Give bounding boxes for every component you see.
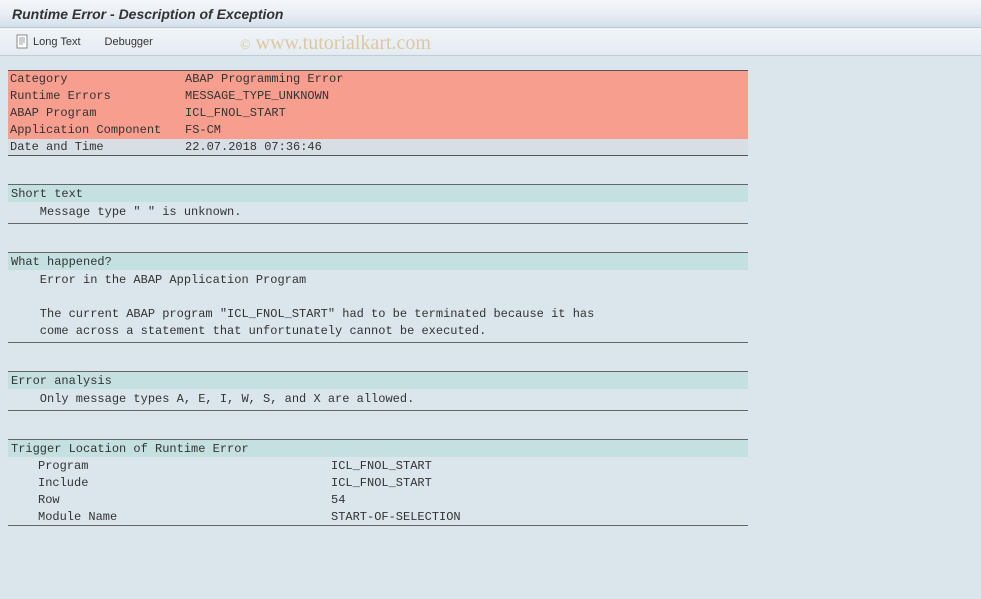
table-row: CategoryABAP Programming Error	[8, 71, 748, 88]
debugger-label: Debugger	[105, 36, 153, 48]
page-title: Runtime Error - Description of Exception	[12, 6, 283, 22]
short-text-section: Short text Message type " " is unknown.	[8, 184, 748, 224]
trigger-value: 54	[328, 491, 748, 508]
trigger-location-section: Trigger Location of Runtime Error Progra…	[8, 439, 748, 526]
table-row: Runtime ErrorsMESSAGE_TYPE_UNKNOWN	[8, 88, 748, 105]
what-happened-section: What happened? Error in the ABAP Applica…	[8, 252, 748, 343]
table-row: IncludeICL_FNOL_START	[8, 474, 748, 491]
title-bar: Runtime Error - Description of Exception	[0, 0, 981, 28]
table-row: ProgramICL_FNOL_START	[8, 457, 748, 474]
error-info-table: CategoryABAP Programming ErrorRuntime Er…	[8, 70, 748, 156]
section-body: Error in the ABAP Application Program Th…	[8, 270, 748, 342]
trigger-label: Include	[8, 474, 328, 491]
info-value: ABAP Programming Error	[183, 71, 748, 88]
info-label: Runtime Errors	[8, 88, 183, 105]
long-text-label: Long Text	[33, 36, 81, 48]
table-row: Application ComponentFS-CM	[8, 122, 748, 139]
info-value: 22.07.2018 07:36:46	[183, 139, 748, 156]
trigger-table: ProgramICL_FNOL_STARTIncludeICL_FNOL_STA…	[8, 457, 748, 525]
document-icon	[16, 34, 29, 49]
info-label: ABAP Program	[8, 105, 183, 122]
trigger-label: Program	[8, 457, 328, 474]
section-header: What happened?	[8, 253, 748, 270]
table-row: Module NameSTART-OF-SELECTION	[8, 508, 748, 525]
table-row: Date and Time22.07.2018 07:36:46	[8, 139, 748, 156]
long-text-button[interactable]: Long Text	[12, 32, 85, 51]
section-header: Error analysis	[8, 372, 748, 389]
section-header: Short text	[8, 185, 748, 202]
debugger-button[interactable]: Debugger	[101, 34, 157, 50]
trigger-label: Row	[8, 491, 328, 508]
trigger-value: START-OF-SELECTION	[328, 508, 748, 525]
info-value: MESSAGE_TYPE_UNKNOWN	[183, 88, 748, 105]
section-body: Only message types A, E, I, W, S, and X …	[8, 389, 748, 410]
info-label: Application Component	[8, 122, 183, 139]
section-body: Message type " " is unknown.	[8, 202, 748, 223]
toolbar: Long Text Debugger	[0, 28, 981, 56]
info-value: FS-CM	[183, 122, 748, 139]
table-row: Row54	[8, 491, 748, 508]
trigger-value: ICL_FNOL_START	[328, 457, 748, 474]
info-label: Category	[8, 71, 183, 88]
section-header: Trigger Location of Runtime Error	[8, 440, 748, 457]
error-analysis-section: Error analysis Only message types A, E, …	[8, 371, 748, 411]
table-row: ABAP ProgramICL_FNOL_START	[8, 105, 748, 122]
info-value: ICL_FNOL_START	[183, 105, 748, 122]
content-area: CategoryABAP Programming ErrorRuntime Er…	[0, 56, 981, 534]
info-label: Date and Time	[8, 139, 183, 156]
trigger-label: Module Name	[8, 508, 328, 525]
trigger-value: ICL_FNOL_START	[328, 474, 748, 491]
